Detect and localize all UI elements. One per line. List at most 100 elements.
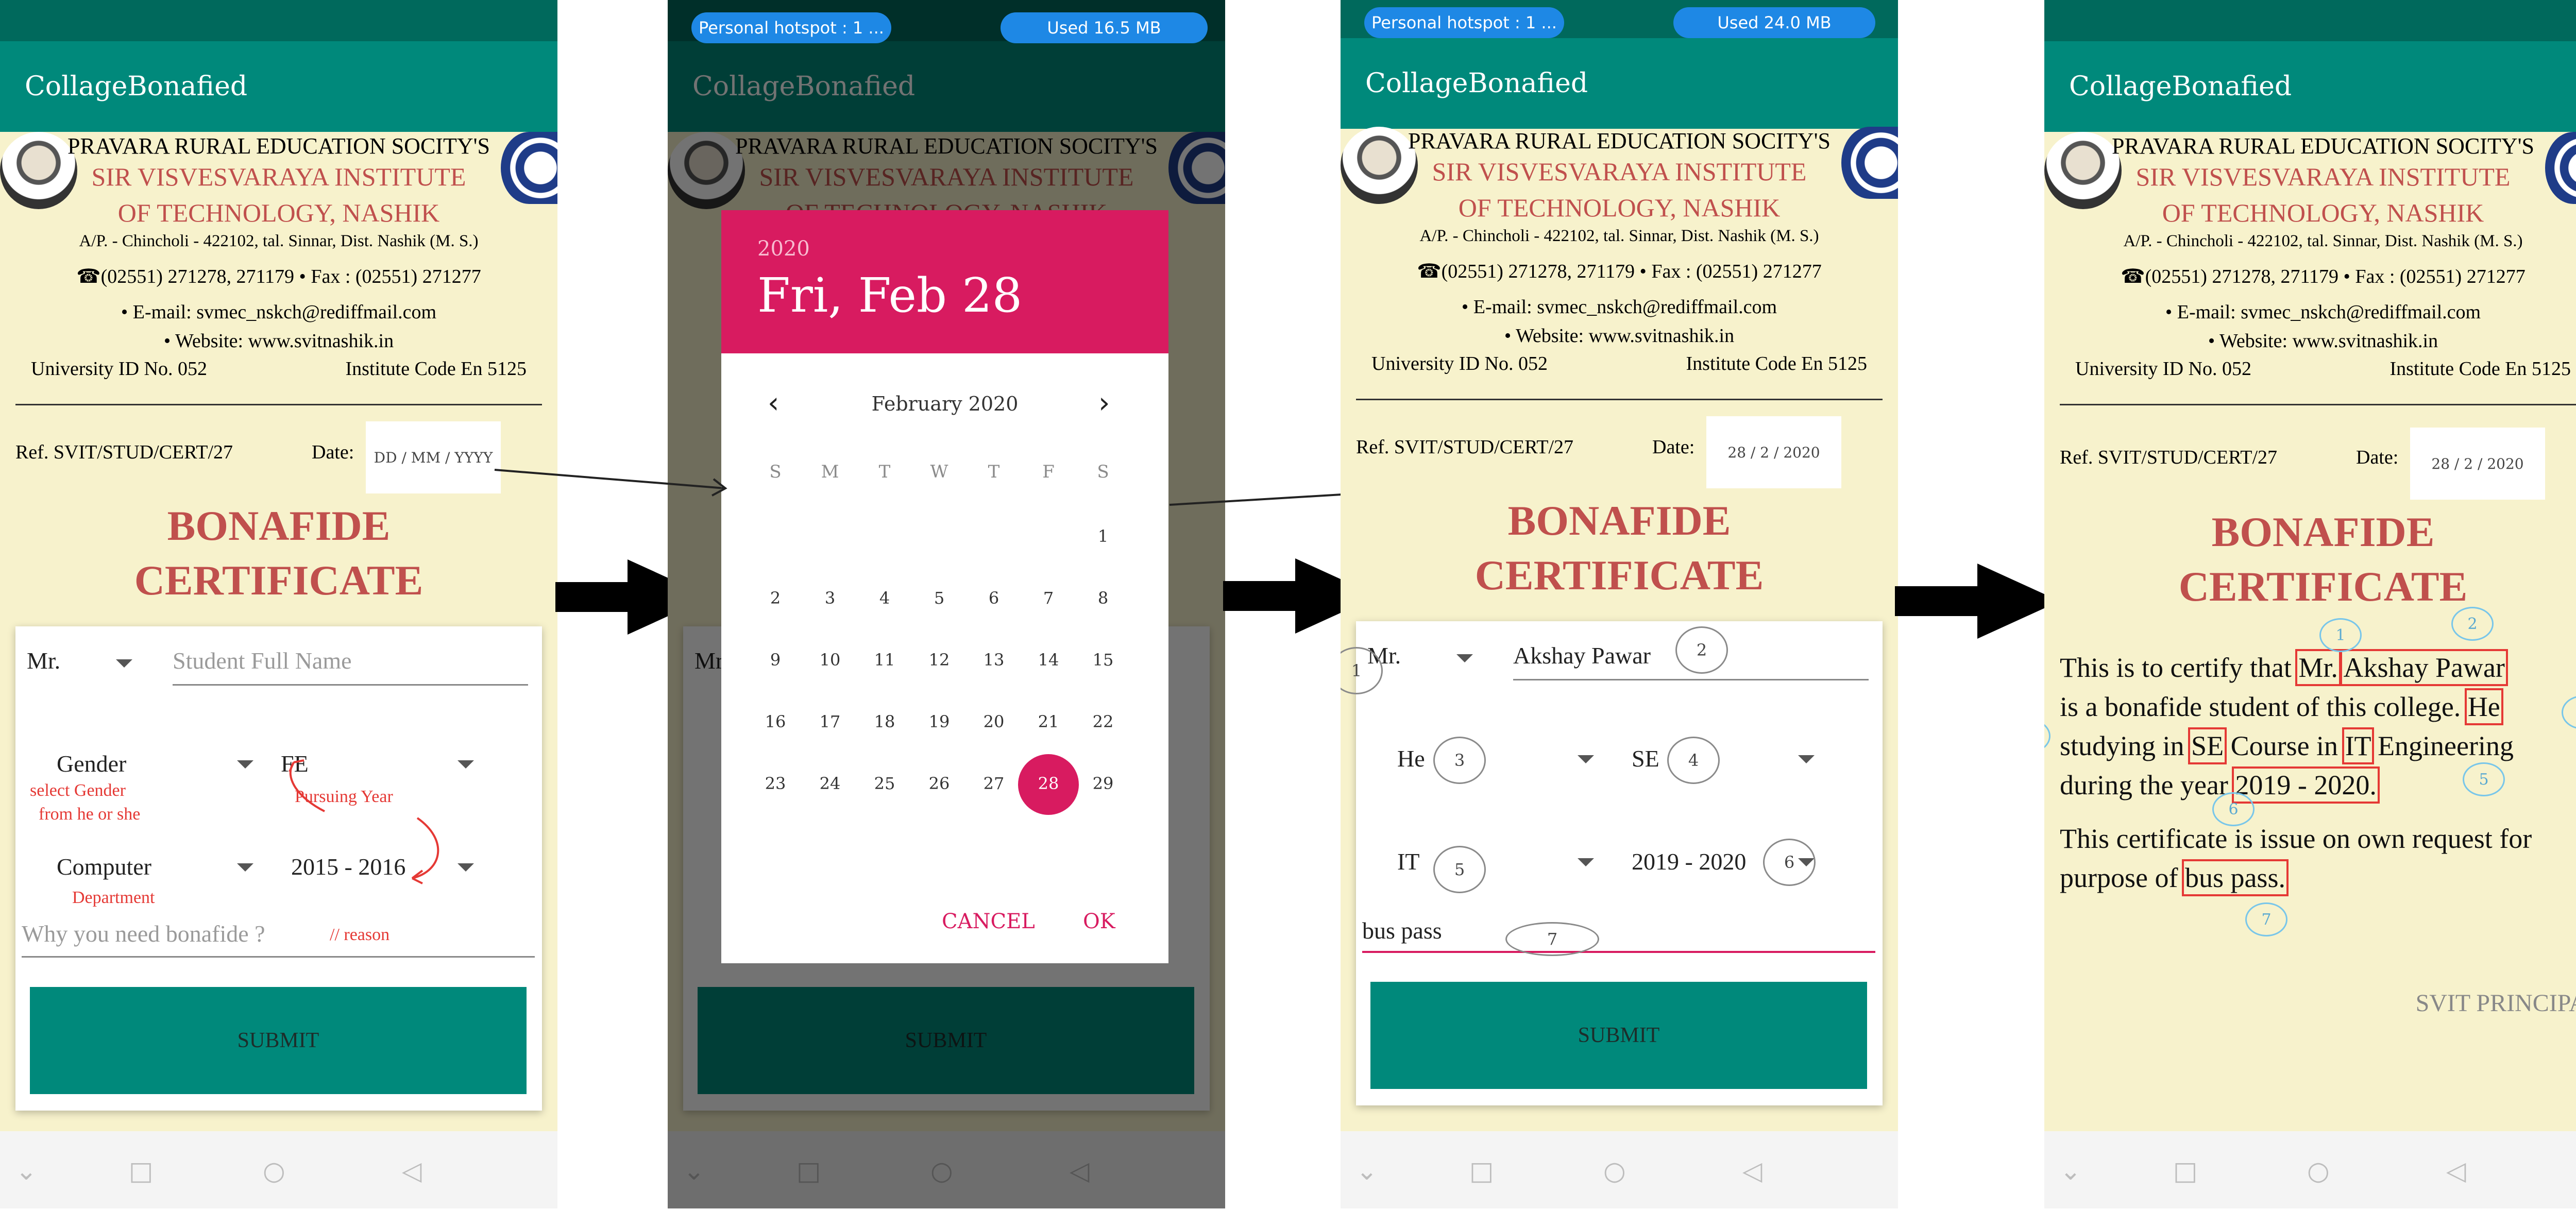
annotation-2: 2 xyxy=(2451,607,2494,641)
hotspot-chip: Personal hotspot : 1 ... xyxy=(1364,7,1564,38)
institute-header: PRAVARA RURAL EDUCATION SOCITY'S SIR VIS… xyxy=(1341,127,1898,415)
heading-line2: CERTIFICATE xyxy=(1475,552,1764,599)
app-title: CollageBonafied xyxy=(2069,71,2292,102)
annotation-6: 6 xyxy=(2212,792,2255,826)
heading-line1: BONAFIDE xyxy=(2211,508,2435,555)
principal-signature: SVIT PRINCIPAL xyxy=(2415,990,2576,1017)
home-icon[interactable]: ○ xyxy=(1603,1156,1626,1186)
chevron-down-icon[interactable] xyxy=(1578,858,1594,866)
institute-name-line1: SIR VISVESVARAYA INSTITUTE xyxy=(1432,157,1807,186)
university-id: University ID No. 052 xyxy=(2075,358,2251,380)
ref-number: Ref. SVIT/STUD/CERT/27 xyxy=(1356,436,1574,458)
cert-salutation: Mr. xyxy=(2295,649,2341,686)
certificate-line-2: is a bonafide student of this college. H… xyxy=(2060,686,2503,727)
annotation-4: 4 xyxy=(2044,719,2050,753)
certificate-line-6: purpose of bus pass. xyxy=(2060,857,2289,898)
cert-academic-year: 2019 - 2020. xyxy=(2232,766,2380,804)
back-icon[interactable]: ◁ xyxy=(2446,1156,2466,1186)
cert-student-name: Akshay Pawar xyxy=(2340,649,2508,686)
institute-ids: University ID No. 052 Institute Code En … xyxy=(1371,352,1867,375)
chevron-down-icon[interactable] xyxy=(1456,654,1473,662)
recents-icon[interactable]: □ xyxy=(2173,1156,2197,1186)
society-name: PRAVARA RURAL EDUCATION SOCITY'S xyxy=(2111,133,2535,159)
academic-year-dropdown[interactable]: 2019 - 2020 xyxy=(1632,848,1746,875)
institute-name-line2: OF TECHNOLOGY, NASHIK xyxy=(1458,193,1781,222)
certificate-date: 28 / 2 / 2020 xyxy=(2410,428,2545,500)
institute-header: PRAVARA RURAL EDUCATION SOCITY'S SIR VIS… xyxy=(2044,132,2576,420)
institute-email: • E-mail: svmec_nskch@rediffmail.com xyxy=(1461,296,1777,318)
system-nav-bar: ⌄ □ ○ ◁ xyxy=(2044,1131,2576,1208)
certificate-text: is a bonafide student of this college. xyxy=(2060,691,2461,722)
cert-purpose: bus pass. xyxy=(2181,859,2289,896)
institute-name-line2: OF TECHNOLOGY, NASHIK xyxy=(2162,198,2484,227)
institute-address: A/P. - Chincholi - 422102, tal. Sinnar, … xyxy=(2123,232,2523,250)
phone-screen-3: Personal hotspot : 1 ... Used 24.0 MB Co… xyxy=(1341,0,1898,1208)
name-input-underline xyxy=(1513,679,1869,680)
institute-ids: University ID No. 052 Institute Code En … xyxy=(2075,357,2571,380)
name-input[interactable]: Akshay Pawar xyxy=(1513,642,1651,669)
department-dropdown[interactable]: IT xyxy=(1397,848,1419,875)
heading-line2: CERTIFICATE xyxy=(2178,563,2468,610)
heading-line1: BONAFIDE xyxy=(1507,497,1731,544)
annotation-2: 2 xyxy=(1675,626,1728,674)
ref-number: Ref. SVIT/STUD/CERT/27 xyxy=(2060,447,2278,468)
certificate-text: This is to certify that xyxy=(2060,652,2292,683)
annotation-3: 3 xyxy=(2562,695,2576,729)
app-title: CollageBonafied xyxy=(1365,68,1588,99)
certificate-heading: BONAFIDE CERTIFICATE xyxy=(1341,493,1898,603)
home-icon[interactable]: ○ xyxy=(2307,1156,2330,1186)
annotation-7: 7 xyxy=(2245,902,2287,936)
annotation-6: 6 xyxy=(1763,839,1816,886)
annotation-4: 4 xyxy=(1667,737,1720,784)
chevron-down-icon[interactable]: ⌄ xyxy=(1356,1156,1378,1186)
chevron-down-icon[interactable] xyxy=(1578,755,1594,763)
certificate-text: during the year xyxy=(2060,770,2228,800)
society-name: PRAVARA RURAL EDUCATION SOCITY'S xyxy=(1408,128,1831,154)
institute-website: • Website: www.svitnashik.in xyxy=(1504,325,1735,347)
cert-pronoun: He xyxy=(2464,688,2503,725)
certificate-heading: BONAFIDE CERTIFICATE xyxy=(2044,505,2576,614)
reason-input-underline xyxy=(1362,951,1875,953)
header-divider xyxy=(1356,399,1883,400)
app-bar: CollageBonafied xyxy=(1341,38,1898,129)
date-field[interactable]: 28 / 2 / 2020 xyxy=(1706,416,1841,488)
back-icon[interactable]: ◁ xyxy=(1742,1156,1762,1186)
annotation-7: 7 xyxy=(1505,922,1599,956)
reason-input[interactable]: bus pass xyxy=(1362,917,1442,944)
institute-code: Institute Code En 5125 xyxy=(1686,353,1867,374)
institute-address: A/P. - Chincholi - 422102, tal. Sinnar, … xyxy=(1419,227,1819,245)
institute-email: • E-mail: svmec_nskch@rediffmail.com xyxy=(2165,301,2481,323)
cert-department: IT xyxy=(2342,727,2374,764)
certificate-text: Engineering xyxy=(2378,730,2514,761)
annotation-1: 1 xyxy=(2319,618,2362,652)
annotation-5: 5 xyxy=(1433,846,1486,893)
certificate-line-1: This is to certify that Mr. Akshay Pawar xyxy=(2060,647,2508,688)
university-id: University ID No. 052 xyxy=(1371,353,1548,374)
chevron-down-icon[interactable] xyxy=(1798,755,1815,763)
date-label: Date: xyxy=(2356,447,2399,468)
institute-website: • Website: www.svitnashik.in xyxy=(2208,330,2438,352)
status-bar xyxy=(2044,0,2576,41)
annotation-5: 5 xyxy=(2463,762,2505,796)
phone-screen-4: CollageBonafied PRAVARA RURAL EDUCATION … xyxy=(2044,0,2576,1208)
institute-code: Institute Code En 5125 xyxy=(2389,358,2571,380)
app-bar: CollageBonafied xyxy=(2044,41,2576,132)
certificate-text: purpose of xyxy=(2060,862,2178,893)
certificate-line-3: studying in SE Course in IT Engineering xyxy=(2060,725,2514,766)
data-usage-chip: Used 24.0 MB xyxy=(1673,7,1875,38)
year-dropdown[interactable]: SE xyxy=(1632,745,1659,772)
gender-dropdown[interactable]: He xyxy=(1397,745,1425,772)
certificate-text: studying in xyxy=(2060,730,2184,761)
submit-button[interactable]: SUBMIT xyxy=(1370,982,1867,1089)
certificate-line-5: This certificate is issue on own request… xyxy=(2060,823,2532,854)
institute-phone: ☎(02551) 271278, 271179 • Fax : (02551) … xyxy=(1417,261,1822,282)
institute-name-line1: SIR VISVESVARAYA INSTITUTE xyxy=(2136,162,2511,191)
date-label: Date: xyxy=(1652,436,1695,458)
annotation-3: 3 xyxy=(1433,737,1486,784)
certificate-text: Course in xyxy=(2230,730,2338,761)
chevron-down-icon[interactable]: ⌄ xyxy=(2060,1156,2081,1186)
cert-year: SE xyxy=(2188,727,2227,764)
system-nav-bar: ⌄ □ ○ ◁ xyxy=(1341,1131,1898,1208)
recents-icon[interactable]: □ xyxy=(1469,1156,1494,1186)
header-divider xyxy=(2060,404,2576,405)
